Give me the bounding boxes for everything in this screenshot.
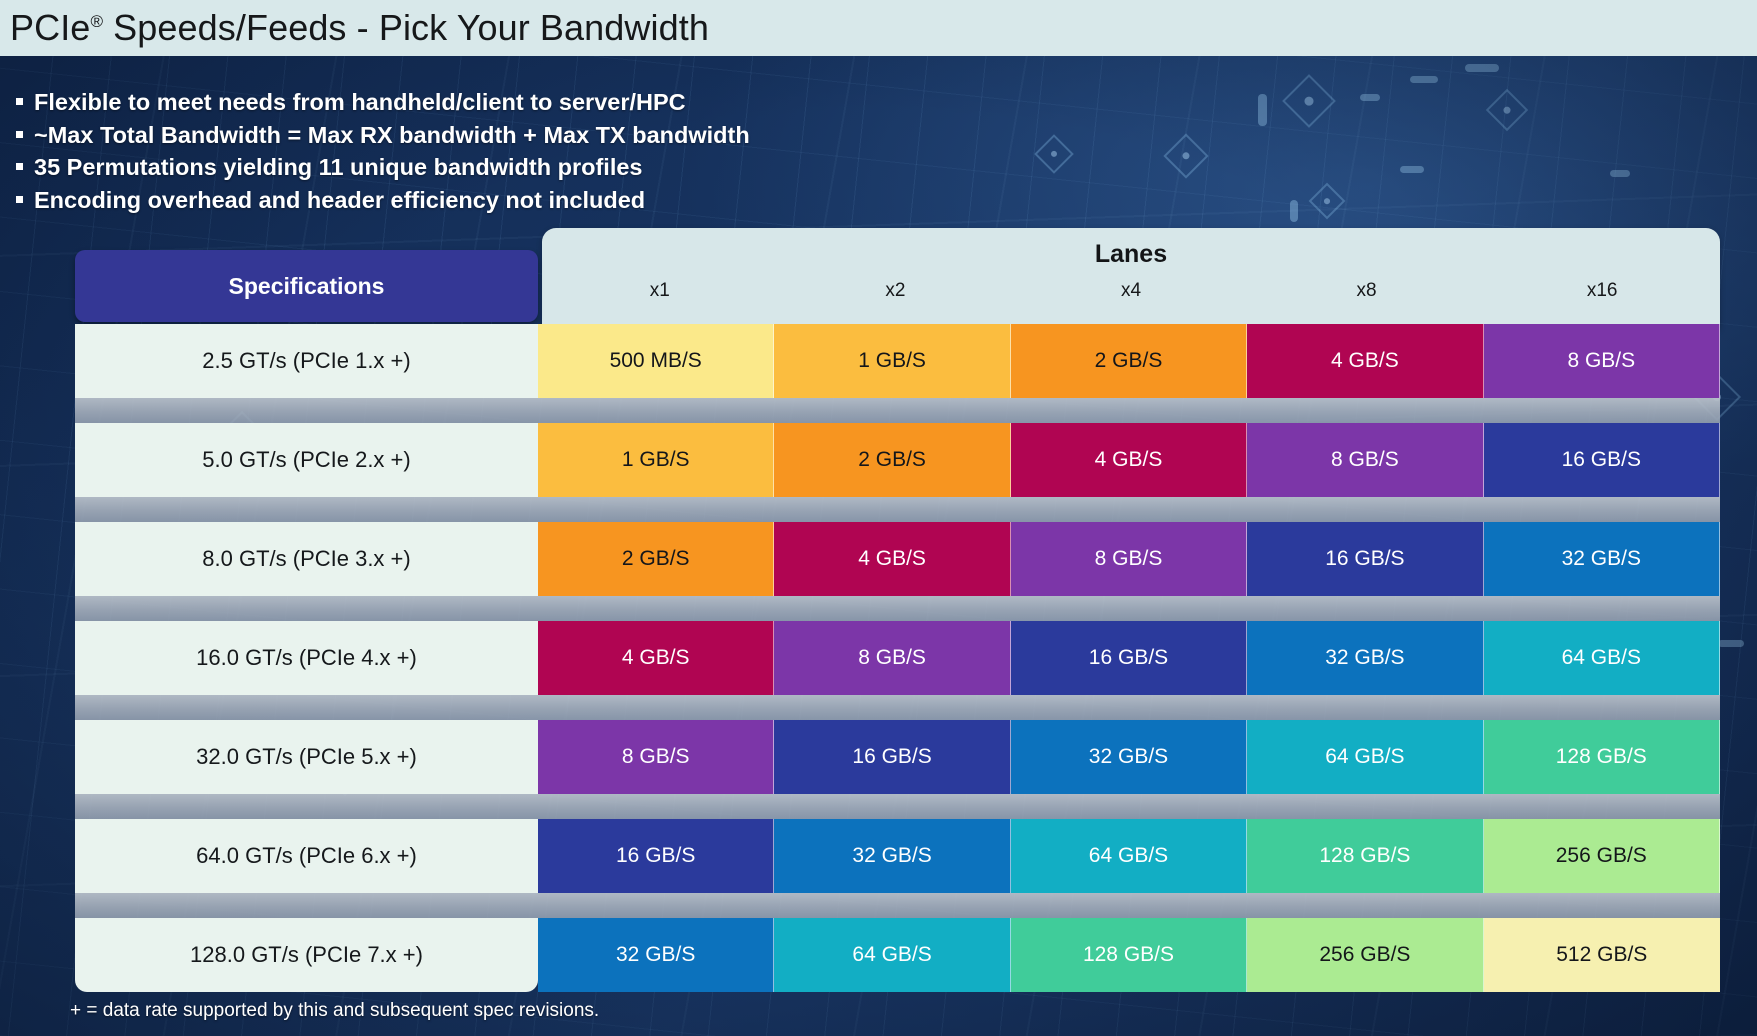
bandwidth-cell: 4 GB/S bbox=[1010, 423, 1248, 497]
lanes-header-panel: Lanes x1 x2 x4 x8 x16 bbox=[542, 228, 1720, 328]
column-header-x8: x8 bbox=[1356, 280, 1377, 301]
list-item: Encoding overhead and header efficiency … bbox=[16, 184, 750, 216]
spec-cell: 8.0 GT/s (PCIe 3.x +) bbox=[75, 522, 538, 596]
table-body: 2.5 GT/s (PCIe 1.x +) 500 MB/S 1 GB/S 2 GB/… bbox=[75, 324, 1720, 992]
bandwidth-cell: 32 GB/S bbox=[774, 819, 1011, 893]
specifications-header-label: Specifications bbox=[228, 272, 385, 299]
bandwidth-cell: 256 GB/S bbox=[1247, 918, 1484, 992]
specifications-header: Specifications bbox=[75, 250, 538, 322]
bullet-text: 35 Permutations yielding 11 unique bandw… bbox=[34, 154, 643, 180]
footnote: + = data rate supported by this and subs… bbox=[70, 1000, 600, 1021]
bandwidth-cell: 8 GB/S bbox=[1483, 324, 1720, 398]
row-separator bbox=[75, 893, 1720, 918]
bandwidth-cell: 8 GB/S bbox=[1247, 423, 1484, 497]
column-header-x2: x2 bbox=[885, 280, 906, 301]
bandwidth-cell: 64 GB/S bbox=[1247, 720, 1484, 794]
bandwidth-cell: 64 GB/S bbox=[1483, 621, 1720, 695]
bullet-text: Flexible to meet needs from handheld/cli… bbox=[34, 89, 686, 115]
row-separator bbox=[75, 695, 1720, 720]
column-header-x4: x4 bbox=[1120, 280, 1142, 301]
registered-trademark-icon: ® bbox=[90, 12, 104, 31]
bandwidth-cell: 8 GB/S bbox=[1010, 522, 1248, 596]
spec-cell: 64.0 GT/s (PCIe 6.x +) bbox=[75, 819, 538, 893]
bullet-square-icon bbox=[16, 98, 23, 105]
page-title-main: PCIe bbox=[10, 7, 91, 48]
bandwidth-cell: 512 GB/S bbox=[1483, 918, 1720, 992]
bandwidth-cell: 4 GB/S bbox=[538, 621, 775, 695]
bandwidth-cell: 16 GB/S bbox=[774, 720, 1011, 794]
bandwidth-cell: 32 GB/S bbox=[1010, 720, 1248, 794]
bandwidth-cell: 4 GB/S bbox=[774, 522, 1011, 596]
bandwidth-cell: 16 GB/S bbox=[1483, 423, 1720, 497]
bandwidth-cell: 16 GB/S bbox=[1010, 621, 1248, 695]
lane-column-headers: x1 x2 x4 x8 x16 bbox=[542, 280, 1720, 302]
list-item: Flexible to meet needs from handheld/cli… bbox=[16, 86, 750, 118]
bandwidth-cell: 32 GB/S bbox=[1247, 621, 1484, 695]
spec-cell: 5.0 GT/s (PCIe 2.x +) bbox=[75, 423, 538, 497]
bullet-text: ~Max Total Bandwidth = Max RX bandwidth … bbox=[34, 121, 750, 148]
bandwidth-cell: 128 GB/S bbox=[1010, 918, 1248, 992]
column-header-x1: x1 bbox=[649, 280, 670, 301]
list-item: 35 Permutations yielding 11 unique bandw… bbox=[16, 151, 750, 183]
bandwidth-cell: 32 GB/S bbox=[1483, 522, 1720, 596]
bullet-text: Encoding overhead and header efficiency … bbox=[34, 186, 646, 213]
bullet-square-icon bbox=[16, 163, 23, 170]
row-separator bbox=[75, 794, 1720, 819]
bandwidth-cell: 8 GB/S bbox=[538, 720, 775, 794]
spec-cell: 16.0 GT/s (PCIe 4.x +) bbox=[75, 621, 538, 695]
bandwidth-cell: 1 GB/S bbox=[774, 324, 1011, 398]
list-item: ~Max Total Bandwidth = Max RX bandwidth … bbox=[16, 119, 750, 151]
bandwidth-cell: 64 GB/S bbox=[1010, 819, 1248, 893]
bandwidth-cell: 32 GB/S bbox=[538, 918, 775, 992]
bandwidth-cell: 4 GB/S bbox=[1247, 324, 1484, 398]
bandwidth-cell: 16 GB/S bbox=[1247, 522, 1484, 596]
spec-cell: 2.5 GT/s (PCIe 1.x +) bbox=[75, 324, 538, 398]
bullet-list: Flexible to meet needs from handheld/cli… bbox=[16, 86, 750, 216]
title-bar: PCIe® Speeds/Feeds - Pick Your Bandwidth bbox=[0, 0, 1757, 56]
bandwidth-cell: 128 GB/S bbox=[1247, 819, 1484, 893]
bandwidth-cell: 500 MB/S bbox=[538, 324, 775, 398]
column-header-x16: x16 bbox=[1586, 280, 1618, 301]
lanes-header-label: Lanes bbox=[1094, 240, 1168, 268]
bandwidth-cell: 256 GB/S bbox=[1483, 819, 1720, 893]
bandwidth-cell: 2 GB/S bbox=[774, 423, 1011, 497]
spec-cell: 32.0 GT/s (PCIe 5.x +) bbox=[75, 720, 538, 794]
page-title: PCIe® Speeds/Feeds - Pick Your Bandwidth bbox=[0, 7, 709, 49]
bandwidth-cell: 1 GB/S bbox=[538, 423, 775, 497]
bandwidth-cell: 2 GB/S bbox=[538, 522, 775, 596]
bullet-square-icon bbox=[16, 130, 23, 138]
spec-cell: 128.0 GT/s (PCIe 7.x +) bbox=[75, 918, 538, 992]
row-separator bbox=[75, 596, 1720, 621]
bandwidth-cell: 16 GB/S bbox=[538, 819, 775, 893]
bandwidth-cell: 2 GB/S bbox=[1010, 324, 1248, 398]
page-title-rest: Speeds/Feeds - Pick Your Bandwidth bbox=[103, 7, 709, 48]
row-separator bbox=[75, 398, 1720, 423]
row-separator bbox=[75, 497, 1720, 522]
bandwidth-cell: 8 GB/S bbox=[774, 621, 1011, 695]
bullet-square-icon bbox=[16, 195, 23, 203]
bandwidth-cell: 128 GB/S bbox=[1483, 720, 1720, 794]
bandwidth-cell: 64 GB/S bbox=[774, 918, 1011, 992]
